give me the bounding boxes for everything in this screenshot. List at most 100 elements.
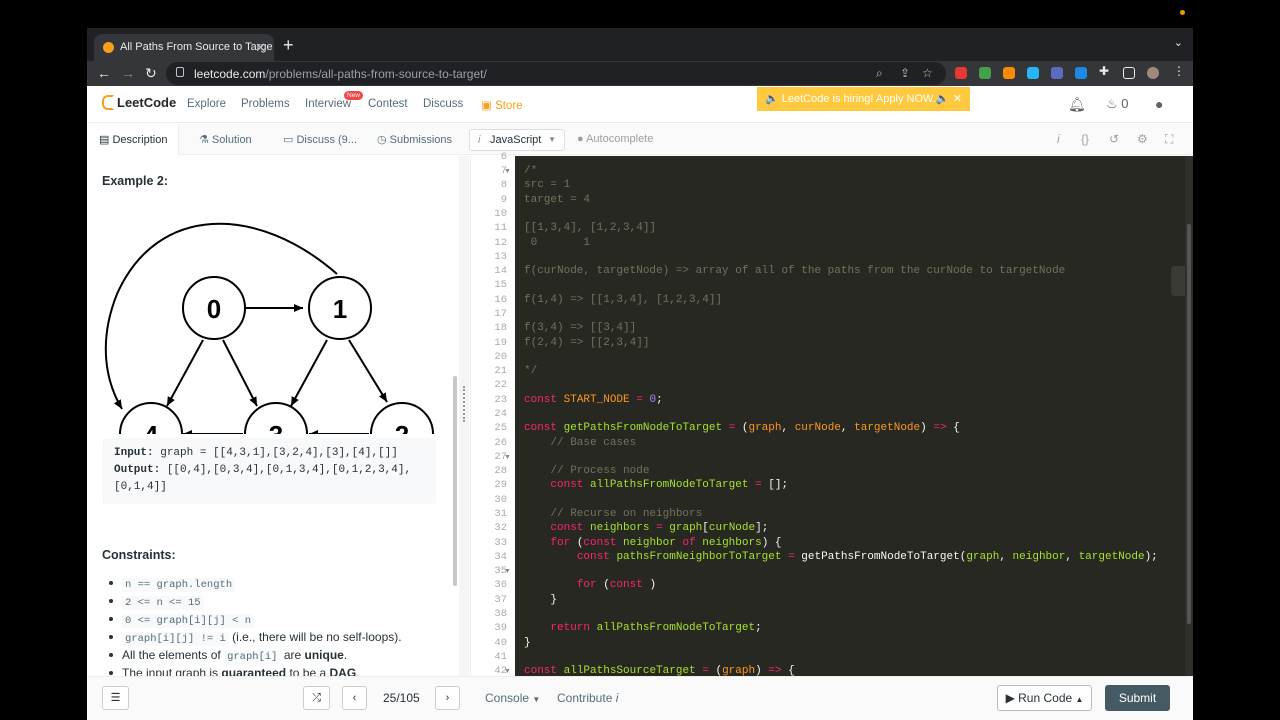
code-line: // Process node <box>524 465 650 477</box>
play-icon: ▶ <box>1005 691 1019 705</box>
user-avatar-icon[interactable]: ● <box>1155 96 1163 112</box>
graph-node-4: 4 <box>119 402 183 434</box>
run-code-button[interactable]: ▶ Run Code ▲ <box>997 685 1092 711</box>
line-number: 26 <box>494 437 507 449</box>
info-icon[interactable]: i <box>1057 132 1060 146</box>
browser-tab-bar: All Paths From Source to Targe ✕ + ⌄ <box>87 28 1193 61</box>
extension-icon[interactable] <box>1051 67 1063 79</box>
line-number: 32 <box>494 522 507 534</box>
nav-store[interactable]: ▣ Store <box>481 98 523 112</box>
fold-arrow-icon[interactable]: ▼ <box>504 668 511 675</box>
tab-solution[interactable]: ⚗ Solution <box>199 133 252 146</box>
flame-icon: ♨ <box>1106 96 1118 111</box>
input-label: Input: <box>114 447 154 459</box>
info-icon: i <box>615 691 619 705</box>
list-item: The input graph is guaranteed to be a DA… <box>109 664 452 676</box>
leetcode-favicon-icon <box>103 42 114 53</box>
nav-discuss[interactable]: Discuss <box>423 98 463 110</box>
nav-explore[interactable]: Explore <box>187 98 226 110</box>
nav-problems[interactable]: Problems <box>241 98 290 110</box>
tab-search-chevron-icon[interactable]: ⌄ <box>1174 36 1183 49</box>
code-line: const neighbors = graph[curNode]; <box>550 522 769 534</box>
description-scrollbar[interactable] <box>453 376 457 586</box>
graph-node-1: 1 <box>308 276 372 340</box>
hiring-banner[interactable]: 🔈 LeetCode is hiring! Apply NOW.🔈 ✕ <box>757 87 970 111</box>
dot-icon: ● <box>577 133 587 145</box>
browser-toolbar: ← → ↻ leetcode.com/problems/all-paths-fr… <box>87 61 1193 86</box>
shuffle-button[interactable]: ⤮ <box>303 686 330 710</box>
extensions-puzzle-icon[interactable]: ✚ <box>1099 64 1109 78</box>
share-icon[interactable]: ⇪ <box>900 66 910 80</box>
line-number: 20 <box>494 351 507 363</box>
leetcode-logo-icon <box>102 95 114 110</box>
edge-1-3 <box>290 339 328 407</box>
prev-problem-button[interactable]: ‹ <box>342 686 367 710</box>
close-banner-icon[interactable]: ✕ <box>953 87 962 111</box>
extension-icon[interactable] <box>955 67 967 79</box>
code-line: return allPathsFromNodeToTarget; <box>550 622 762 634</box>
language-select[interactable]: i JavaScript ▼ <box>469 129 565 151</box>
profile-avatar[interactable] <box>1147 67 1159 79</box>
svg-text:4: 4 <box>144 420 159 434</box>
menu-kebab-icon[interactable]: ⋮ <box>1173 64 1185 78</box>
graph-node-2: 2 <box>370 402 434 434</box>
bell-icon[interactable]: 🔔︎ <box>1068 96 1086 113</box>
fold-arrow-icon[interactable]: ▼ <box>504 568 511 575</box>
code-line: } <box>524 594 558 606</box>
code-line: for (const neighbor of neighbors) { <box>550 537 782 549</box>
line-number: 11 <box>494 222 507 234</box>
problem-list-button[interactable]: ☰ <box>102 686 129 710</box>
extension-icon[interactable] <box>1003 67 1015 79</box>
zoom-icon[interactable]: ⌕ <box>876 66 883 81</box>
bookmark-star-icon[interactable]: ☆ <box>922 66 933 80</box>
example-title: Example 2: <box>102 174 169 188</box>
submit-button[interactable]: Submit <box>1105 685 1170 711</box>
line-number: 6 <box>500 151 507 163</box>
nav-interview[interactable]: Interview <box>305 98 351 110</box>
code-line: /* <box>524 165 538 177</box>
forward-arrow-icon[interactable]: → <box>121 64 135 82</box>
reload-icon[interactable]: ↻ <box>145 64 157 82</box>
close-tab-icon[interactable]: ✕ <box>255 34 266 61</box>
graph-node-0: 0 <box>182 276 246 340</box>
code-line: f(3,4) => [[3,4]] <box>524 322 637 334</box>
output-value-continued: [0,1,4]] <box>114 481 167 493</box>
nav-contest[interactable]: Contest <box>368 98 408 110</box>
browser-tab[interactable]: All Paths From Source to Targe ✕ <box>94 34 274 61</box>
console-button[interactable]: Console ▼ <box>485 691 540 705</box>
tab-description[interactable]: ▤ Description <box>99 133 167 146</box>
autocomplete-toggle[interactable]: ● Autocomplete <box>577 133 653 145</box>
editor-scrollbar[interactable] <box>1185 156 1193 676</box>
extension-icon[interactable] <box>1027 67 1039 79</box>
sidebar-icon[interactable] <box>1123 67 1135 79</box>
fullscreen-icon[interactable]: ⛶ <box>1165 132 1173 147</box>
line-number: 10 <box>494 208 507 220</box>
coins-display[interactable]: ♨ 0 <box>1106 96 1129 112</box>
fold-arrow-icon[interactable]: ▼ <box>504 454 511 461</box>
braces-icon[interactable]: {} <box>1081 132 1089 146</box>
address-bar[interactable]: leetcode.com/problems/all-paths-from-sou… <box>166 62 946 85</box>
line-number: 25 <box>494 422 507 434</box>
fold-arrow-icon[interactable]: ▼ <box>504 168 511 175</box>
code-line: f(2,4) => [[2,3,4]] <box>524 337 650 349</box>
line-number: 27 <box>494 451 507 463</box>
extension-icon[interactable] <box>1075 67 1087 79</box>
leetcode-logo[interactable]: LeetCode <box>102 95 176 110</box>
extension-icon[interactable] <box>979 67 991 79</box>
tab-discuss[interactable]: ▭ Discuss (9... <box>283 133 357 146</box>
tab-submissions[interactable]: ◷ Submissions <box>377 133 452 146</box>
contribute-button[interactable]: Contribute i <box>557 691 618 705</box>
tab-title: All Paths From Source to Targe <box>120 41 273 53</box>
footer-bar: ☰ ⤮ ‹ 25/105 › Console ▼ Contribute i ▶ … <box>87 676 1193 720</box>
code-editor[interactable]: /* src = 1 target = 4 [[1,3,4], [1,2,3,4… <box>515 156 1193 676</box>
new-tab-button[interactable]: + <box>283 34 294 56</box>
code-line: // Base cases <box>524 437 637 449</box>
reset-icon[interactable]: ↺ <box>1109 132 1119 146</box>
line-number: 14 <box>494 265 507 277</box>
next-problem-button[interactable]: › <box>435 686 460 710</box>
back-arrow-icon[interactable]: ← <box>97 64 111 82</box>
settings-gear-icon[interactable]: ⚙ <box>1137 132 1148 146</box>
recording-indicator <box>1180 10 1185 15</box>
list-item: 2 <= n <= 15 <box>109 592 452 610</box>
line-number: 38 <box>494 608 507 620</box>
